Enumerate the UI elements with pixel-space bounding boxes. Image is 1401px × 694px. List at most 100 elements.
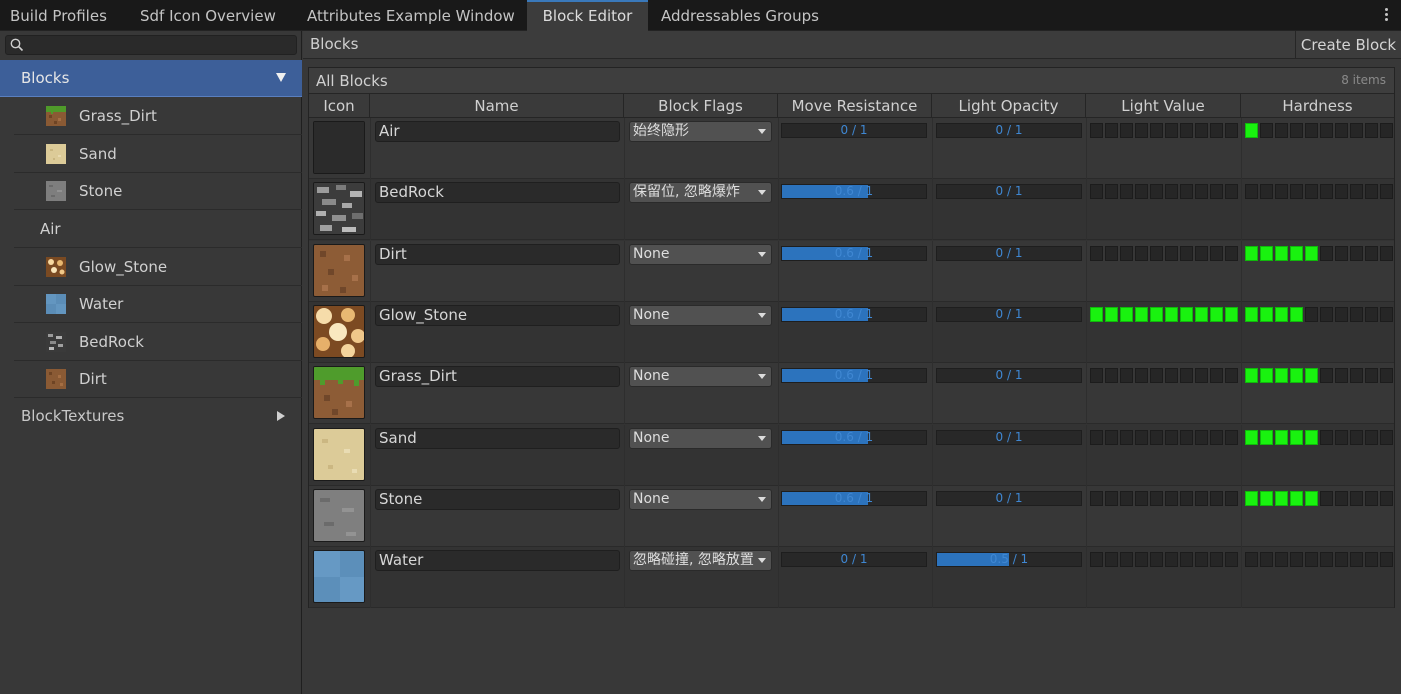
tab-block-editor[interactable]: Block Editor xyxy=(527,0,648,31)
column-header-hardness[interactable]: Hardness xyxy=(1241,94,1394,118)
sidebar-item-dirt[interactable]: Dirt xyxy=(14,360,302,398)
block-flags-dropdown[interactable]: None xyxy=(629,427,772,449)
light-value-meter[interactable] xyxy=(1090,490,1238,506)
sidebar-item-air[interactable]: Air xyxy=(14,210,302,248)
block-name-field[interactable]: Sand xyxy=(375,427,620,449)
hardness-meter[interactable] xyxy=(1245,552,1393,568)
light-value-meter[interactable] xyxy=(1090,245,1238,261)
hardness-segment xyxy=(1335,368,1348,384)
block-name-field[interactable]: Glow_Stone xyxy=(375,304,620,326)
block-flags-dropdown[interactable]: None xyxy=(629,366,772,388)
light-value-segment xyxy=(1180,368,1193,384)
block-flags-dropdown[interactable]: None xyxy=(629,304,772,326)
block-flags-dropdown[interactable]: 始终隐形 xyxy=(629,121,772,142)
light-opacity-bar[interactable]: 0 / 1 xyxy=(936,123,1082,138)
column-header-name[interactable]: Name xyxy=(370,94,624,118)
block-name-field[interactable]: BedRock xyxy=(375,182,620,204)
block-name-field[interactable]: Grass_Dirt xyxy=(375,366,620,388)
table-row[interactable]: Sand None 0.6 / 1 0 / 1 xyxy=(309,424,1394,486)
block-flags-dropdown[interactable]: None xyxy=(629,243,772,265)
tree-node-block-textures[interactable]: BlockTextures xyxy=(0,397,302,435)
block-name-field[interactable]: Dirt xyxy=(375,243,620,265)
sidebar-item-grass-dirt[interactable]: Grass_Dirt xyxy=(14,97,302,135)
table-row[interactable]: Dirt None 0.6 / 1 0 / 1 xyxy=(309,240,1394,302)
move-resistance-bar[interactable]: 0.6 / 1 xyxy=(781,245,927,261)
light-value-segment xyxy=(1165,429,1178,445)
light-opacity-bar[interactable]: 0 / 1 xyxy=(936,368,1082,384)
sidebar-item-glow-stone[interactable]: Glow_Stone xyxy=(14,248,302,286)
tree-root-blocks[interactable]: Blocks xyxy=(0,60,302,97)
hardness-segment xyxy=(1290,123,1303,138)
collapse-arrow-icon[interactable] xyxy=(276,73,286,82)
create-block-button[interactable]: Create Block xyxy=(1295,31,1401,59)
column-divider xyxy=(1086,301,1087,363)
hardness-meter[interactable] xyxy=(1245,184,1393,200)
light-opacity-bar[interactable]: 0 / 1 xyxy=(936,184,1082,200)
move-resistance-bar[interactable]: 0.6 / 1 xyxy=(781,368,927,384)
light-opacity-bar[interactable]: 0 / 1 xyxy=(936,306,1082,322)
sidebar-item-bedrock[interactable]: BedRock xyxy=(14,323,302,361)
light-value-segment xyxy=(1195,368,1208,384)
sidebar-item-sand[interactable]: Sand xyxy=(14,135,302,173)
column-header-icon[interactable]: Icon xyxy=(309,94,370,118)
move-resistance-bar[interactable]: 0.6 / 1 xyxy=(781,490,927,506)
tab-sdf-icon-overview[interactable]: Sdf Icon Overview xyxy=(140,0,276,31)
hardness-segment xyxy=(1275,490,1288,506)
column-header-block-flags[interactable]: Block Flags xyxy=(624,94,778,118)
column-header-light-opacity[interactable]: Light Opacity xyxy=(932,94,1086,118)
table-row[interactable]: Air 始终隐形 0 / 1 0 / 1 xyxy=(309,118,1394,179)
sidebar-item-label: Stone xyxy=(79,182,123,200)
hardness-meter[interactable] xyxy=(1245,490,1393,506)
light-opacity-bar[interactable]: 0 / 1 xyxy=(936,490,1082,506)
column-header-light-value[interactable]: Light Value xyxy=(1086,94,1241,118)
light-value-meter[interactable] xyxy=(1090,552,1238,568)
table-row[interactable]: BedRock 保留位, 忽略爆炸 0.6 / 1 0 / 1 xyxy=(309,179,1394,241)
tab-attributes-example-window[interactable]: Attributes Example Window xyxy=(307,0,515,31)
light-value-meter[interactable] xyxy=(1090,184,1238,200)
hardness-meter[interactable] xyxy=(1245,123,1393,138)
tab-addressables-groups[interactable]: Addressables Groups xyxy=(661,0,819,31)
move-resistance-bar[interactable]: 0.6 / 1 xyxy=(781,306,927,322)
column-header-move-resistance[interactable]: Move Resistance xyxy=(778,94,932,118)
hardness-segment xyxy=(1350,490,1363,506)
light-value-meter[interactable] xyxy=(1090,368,1238,384)
light-value-meter[interactable] xyxy=(1090,123,1238,138)
column-divider xyxy=(1086,547,1087,609)
move-resistance-bar[interactable]: 0 / 1 xyxy=(781,552,927,568)
block-name-field[interactable]: Water xyxy=(375,550,620,572)
light-value-segment xyxy=(1165,490,1178,506)
table-row[interactable]: Water 忽略碰撞, 忽略放置 0 / 1 0.5 / 1 xyxy=(309,547,1394,609)
sidebar-item-stone[interactable]: Stone xyxy=(14,172,302,210)
expand-arrow-icon[interactable] xyxy=(277,411,285,421)
block-flags-dropdown[interactable]: 忽略碰撞, 忽略放置 xyxy=(629,550,772,572)
hardness-meter[interactable] xyxy=(1245,245,1393,261)
light-value-segment xyxy=(1120,490,1133,506)
light-opacity-bar[interactable]: 0.5 / 1 xyxy=(936,552,1082,568)
table-row[interactable]: Stone None 0.6 / 1 0 / 1 xyxy=(309,485,1394,547)
block-flags-dropdown[interactable]: 保留位, 忽略爆炸 xyxy=(629,182,772,204)
table-row[interactable]: Glow_Stone None 0.6 / 1 0 / 1 xyxy=(309,301,1394,363)
light-value-meter[interactable] xyxy=(1090,306,1238,322)
hardness-meter[interactable] xyxy=(1245,368,1393,384)
move-resistance-bar[interactable]: 0.6 / 1 xyxy=(781,429,927,445)
hardness-segment xyxy=(1335,306,1348,322)
more-options-icon[interactable] xyxy=(1385,8,1389,23)
light-value-segment xyxy=(1225,490,1238,506)
move-resistance-bar[interactable]: 0 / 1 xyxy=(781,123,927,138)
light-value-meter[interactable] xyxy=(1090,429,1238,445)
search-input[interactable] xyxy=(5,35,297,55)
hardness-meter[interactable] xyxy=(1245,429,1393,445)
block-name-field[interactable]: Air xyxy=(375,121,620,142)
block-flags-dropdown[interactable]: None xyxy=(629,488,772,510)
block-icon xyxy=(313,550,365,604)
light-opacity-bar[interactable]: 0 / 1 xyxy=(936,245,1082,261)
tab-build-profiles[interactable]: Build Profiles xyxy=(10,0,107,31)
move-resistance-bar[interactable]: 0.6 / 1 xyxy=(781,184,927,200)
light-value-segment xyxy=(1180,490,1193,506)
column-divider xyxy=(624,118,625,179)
hardness-meter[interactable] xyxy=(1245,306,1393,322)
block-name-field[interactable]: Stone xyxy=(375,488,620,510)
sidebar-item-water[interactable]: Water xyxy=(14,285,302,323)
table-row[interactable]: Grass_Dirt None 0.6 / 1 0 / 1 xyxy=(309,363,1394,425)
light-opacity-bar[interactable]: 0 / 1 xyxy=(936,429,1082,445)
